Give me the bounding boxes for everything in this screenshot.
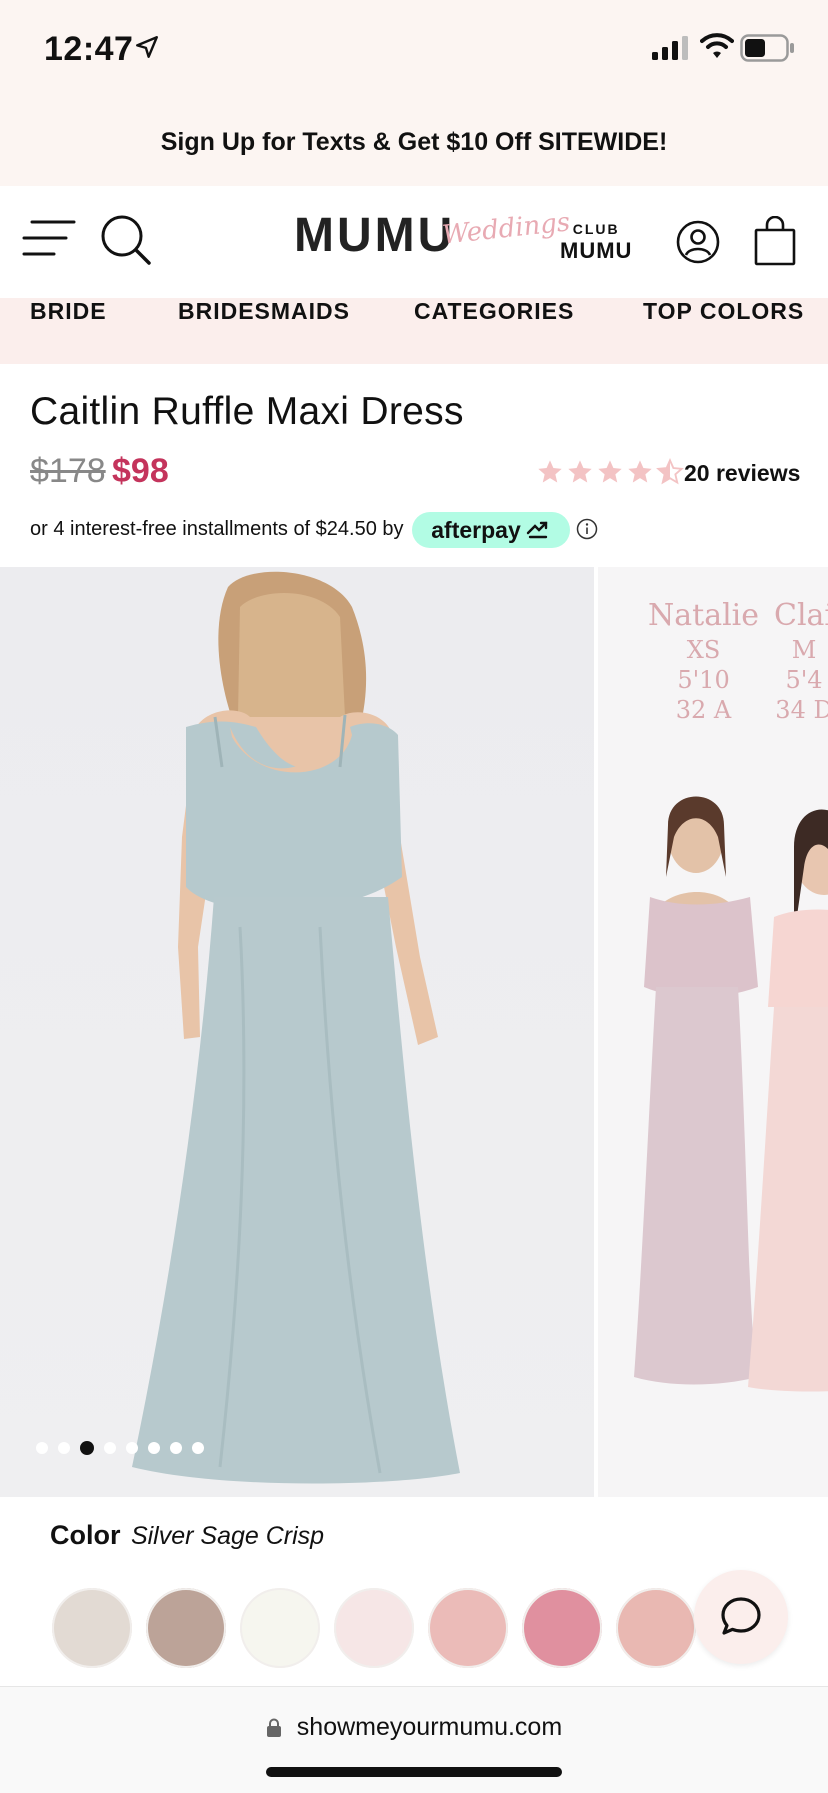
search-icon[interactable] [100, 214, 152, 266]
color-label: Color [50, 1520, 121, 1550]
hamburger-menu-icon[interactable] [22, 218, 76, 258]
product-photo-models[interactable]: Natalie XS 5'10 32 A Clai M 5'4 34 D [598, 567, 828, 1497]
pagination-dot[interactable] [170, 1442, 182, 1454]
promo-text[interactable]: Sign Up for Texts & Get $10 Off SITEWIDE… [161, 128, 668, 157]
pagination-dot[interactable] [126, 1442, 138, 1454]
sale-price: $98 [112, 452, 169, 490]
site-header: MUMU Weddings CLUB MUMU [0, 186, 828, 298]
wifi-icon [700, 33, 734, 58]
club-mumu-link[interactable]: CLUB MUMU [560, 222, 632, 262]
lock-icon [266, 1718, 281, 1738]
star-icon [568, 460, 592, 483]
info-icon[interactable] [576, 518, 598, 540]
afterpay-badge[interactable]: afterpay [412, 512, 570, 548]
chat-button[interactable] [694, 1570, 788, 1664]
star-icon [598, 460, 622, 483]
selected-color-name: Silver Sage Crisp [130, 1522, 325, 1550]
pagination-dot[interactable] [148, 1442, 160, 1454]
color-swatch[interactable] [428, 1588, 508, 1668]
product-photo-back-view[interactable] [0, 567, 594, 1497]
color-selector-header: Color Silver Sage Crisp [50, 1520, 324, 1551]
pagination-dot[interactable] [36, 1442, 48, 1454]
color-swatch[interactable] [52, 1588, 132, 1668]
category-nav: BRIDE BRIDESMAIDS CATEGORIES TOP COLORS [0, 298, 828, 364]
rating-stars[interactable] [536, 458, 684, 486]
half-star-icon [656, 458, 684, 485]
color-swatch[interactable] [146, 1588, 226, 1668]
status-bar: 12:47 [0, 0, 828, 98]
shopping-bag-icon[interactable] [754, 216, 796, 266]
color-swatch[interactable] [522, 1588, 602, 1668]
pagination-dot[interactable] [192, 1442, 204, 1454]
battery-icon [740, 34, 794, 62]
color-swatch[interactable] [334, 1588, 414, 1668]
color-swatch[interactable] [616, 1588, 696, 1668]
reviews-link[interactable]: 20 reviews [684, 460, 800, 487]
nav-item-bride[interactable]: BRIDE [30, 298, 107, 334]
dress-back-illustration [132, 571, 460, 1484]
product-image-gallery[interactable]: Natalie XS 5'10 32 A Clai M 5'4 34 D [0, 567, 828, 1497]
color-swatch[interactable] [240, 1588, 320, 1668]
club-label-big: MUMU [560, 238, 633, 263]
gallery-pagination [36, 1441, 204, 1455]
pagination-dot-active[interactable] [80, 1441, 94, 1455]
product-title: Caitlin Ruffle Maxi Dress [30, 390, 464, 433]
promo-banner[interactable]: Sign Up for Texts & Get $10 Off SITEWIDE… [0, 98, 828, 186]
pagination-dot[interactable] [104, 1442, 116, 1454]
afterpay-arrows-icon [526, 521, 547, 539]
original-price: $178 [30, 452, 106, 490]
bridesmaids-models-illustration [634, 796, 828, 1392]
installments-text: or 4 interest-free installments of $24.5… [30, 518, 404, 540]
browser-address-bar[interactable]: showmeyourmumu.com [0, 1686, 828, 1793]
location-arrow-icon [136, 36, 158, 58]
nav-item-categories[interactable]: CATEGORIES [414, 298, 574, 334]
cellular-signal-icon [652, 36, 688, 60]
home-indicator[interactable] [266, 1767, 562, 1777]
star-icon [628, 460, 652, 483]
nav-item-bridesmaids[interactable]: BRIDESMAIDS [178, 298, 350, 334]
mumu-weddings-logo[interactable]: MUMU Weddings [294, 204, 572, 274]
url-text: showmeyourmumu.com [296, 1713, 563, 1741]
chat-bubble-icon [721, 1597, 761, 1635]
nav-item-top-colors[interactable]: TOP COLORS [643, 298, 804, 334]
club-label-small: CLUB [572, 221, 620, 237]
account-icon[interactable] [676, 220, 720, 264]
star-icon [538, 460, 562, 483]
pagination-dot[interactable] [58, 1442, 70, 1454]
color-swatches [52, 1588, 696, 1668]
afterpay-label: afterpay [431, 516, 521, 543]
status-time: 12:47 [44, 30, 134, 68]
url-display[interactable]: showmeyourmumu.com [0, 1713, 828, 1742]
